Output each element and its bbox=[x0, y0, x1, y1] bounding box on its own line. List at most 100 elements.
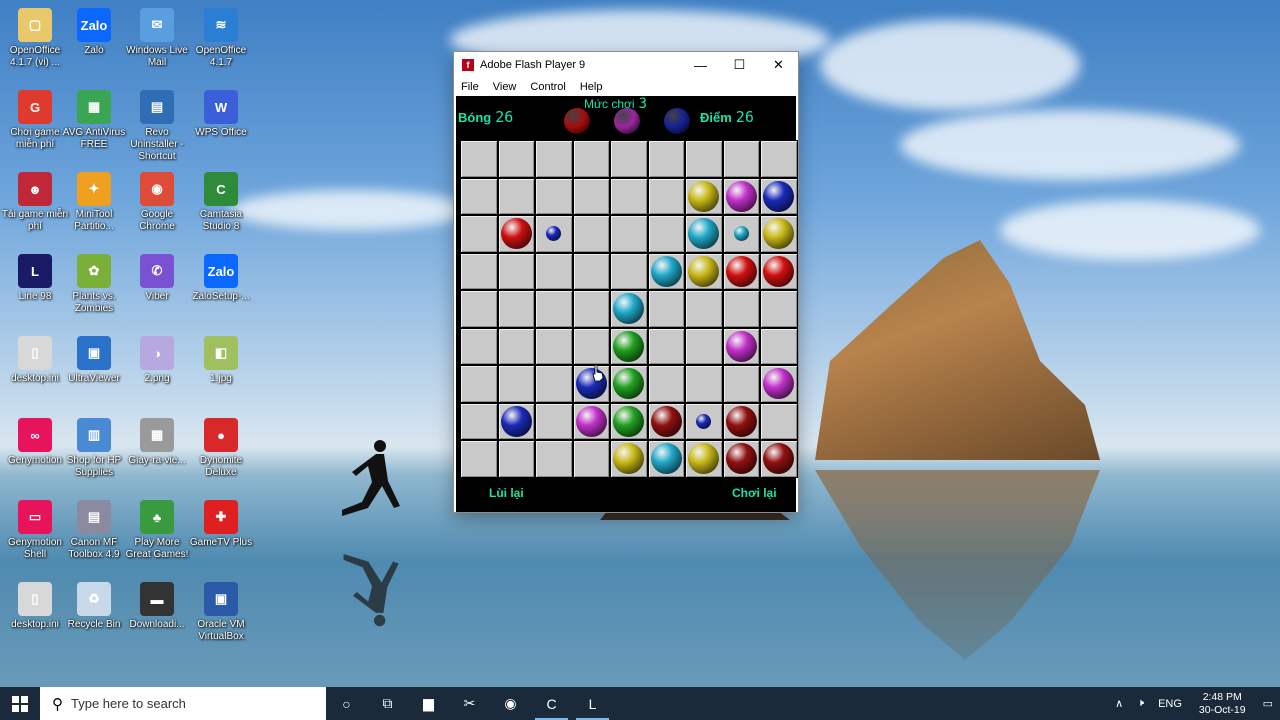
language-indicator[interactable]: ENG bbox=[1151, 698, 1189, 710]
board-cell[interactable] bbox=[760, 440, 798, 478]
board-cell[interactable] bbox=[722, 402, 760, 440]
game-board[interactable] bbox=[460, 140, 798, 478]
close-button[interactable]: ✕ bbox=[759, 52, 798, 78]
board-cell[interactable] bbox=[685, 327, 723, 365]
board-cell[interactable] bbox=[647, 215, 685, 253]
chrome-taskbar-icon[interactable]: ◉ bbox=[490, 687, 531, 720]
ball-cyan[interactable] bbox=[650, 443, 682, 475]
maximize-button[interactable]: ☐ bbox=[720, 52, 759, 78]
board-cell[interactable] bbox=[535, 290, 573, 328]
board-cell[interactable] bbox=[460, 365, 498, 403]
board-cell[interactable] bbox=[497, 440, 535, 478]
ball-darkred[interactable] bbox=[763, 443, 795, 475]
menu-help[interactable]: Help bbox=[573, 81, 610, 93]
desktop-shortcut[interactable]: W WPS Office bbox=[186, 90, 256, 139]
board-cell[interactable] bbox=[460, 290, 498, 328]
desktop-shortcut[interactable]: ≋ OpenOffice 4.1.7 bbox=[186, 8, 256, 69]
ball-yellow[interactable] bbox=[763, 218, 795, 250]
board-cell[interactable] bbox=[760, 177, 798, 215]
board-cell[interactable] bbox=[760, 327, 798, 365]
undo-button[interactable]: Lùi lại bbox=[489, 486, 524, 500]
ball-red[interactable] bbox=[763, 255, 795, 287]
board-cell[interactable] bbox=[647, 177, 685, 215]
notification-icon[interactable]: ▭ bbox=[1256, 697, 1280, 710]
board-cell[interactable] bbox=[760, 290, 798, 328]
board-cell[interactable] bbox=[647, 140, 685, 178]
board-cell[interactable] bbox=[497, 327, 535, 365]
board-cell[interactable] bbox=[722, 215, 760, 253]
desktop-shortcut[interactable]: ▤ Revo Uninstaller - Shortcut bbox=[122, 90, 192, 163]
ball-red[interactable] bbox=[725, 255, 757, 287]
board-cell[interactable] bbox=[722, 252, 760, 290]
board-cell[interactable] bbox=[572, 177, 610, 215]
ball-yellow[interactable] bbox=[613, 443, 645, 475]
replay-button[interactable]: Chơi lại bbox=[732, 486, 777, 500]
board-cell[interactable] bbox=[722, 290, 760, 328]
board-cell[interactable] bbox=[535, 252, 573, 290]
ball-cyan[interactable] bbox=[613, 293, 645, 325]
desktop-shortcut[interactable]: ◉ Google Chrome bbox=[122, 172, 192, 233]
desktop-shortcut[interactable]: ▦ Giay-ra-vie... bbox=[122, 418, 192, 467]
flash-player-window[interactable]: f Adobe Flash Player 9 — ☐ ✕ File View C… bbox=[454, 52, 798, 512]
desktop-shortcut[interactable]: ◧ 1.jpg bbox=[186, 336, 256, 385]
desktop-shortcut[interactable]: ♻ Recycle Bin bbox=[59, 582, 129, 631]
board-cell[interactable] bbox=[460, 140, 498, 178]
show-hidden-icons-icon[interactable]: ∧ bbox=[1108, 697, 1130, 710]
board-cell[interactable] bbox=[685, 402, 723, 440]
board-cell[interactable] bbox=[572, 252, 610, 290]
board-cell[interactable] bbox=[497, 252, 535, 290]
board-cell[interactable] bbox=[497, 215, 535, 253]
ball-cyan[interactable] bbox=[650, 255, 682, 287]
board-cell[interactable] bbox=[685, 290, 723, 328]
ball-magenta[interactable] bbox=[725, 180, 757, 212]
board-cell[interactable] bbox=[572, 215, 610, 253]
board-cell[interactable] bbox=[535, 177, 573, 215]
board-cell[interactable] bbox=[460, 327, 498, 365]
board-cell[interactable] bbox=[760, 402, 798, 440]
board-cell[interactable] bbox=[760, 252, 798, 290]
desktop-shortcut[interactable]: Zalo ZaloSetup-... bbox=[186, 254, 256, 303]
desktop-shortcut[interactable]: ✆ Viber bbox=[122, 254, 192, 303]
game-stage[interactable]: Mức chơi 3 Bóng 26 Điểm 26 Lùi lại Chơi lại bbox=[456, 96, 798, 512]
board-cell[interactable] bbox=[610, 215, 648, 253]
desktop-shortcut[interactable]: ✦ MiniTool Partitio... bbox=[59, 172, 129, 233]
board-cell[interactable] bbox=[535, 440, 573, 478]
ball-green[interactable] bbox=[613, 405, 645, 437]
board-cell[interactable] bbox=[722, 177, 760, 215]
board-cell[interactable] bbox=[647, 290, 685, 328]
board-cell[interactable] bbox=[497, 177, 535, 215]
board-cell[interactable] bbox=[460, 177, 498, 215]
board-cell[interactable] bbox=[685, 440, 723, 478]
board-cell[interactable] bbox=[610, 365, 648, 403]
board-cell[interactable] bbox=[685, 177, 723, 215]
board-cell[interactable] bbox=[647, 402, 685, 440]
board-cell[interactable] bbox=[760, 215, 798, 253]
board-cell[interactable] bbox=[610, 177, 648, 215]
board-cell[interactable] bbox=[610, 252, 648, 290]
ball-cyan[interactable] bbox=[688, 218, 720, 250]
volume-icon[interactable]: 🕨 bbox=[1130, 697, 1151, 710]
board-cell[interactable] bbox=[572, 402, 610, 440]
ball-magenta[interactable] bbox=[763, 368, 795, 400]
board-cell[interactable] bbox=[497, 402, 535, 440]
board-cell[interactable] bbox=[460, 252, 498, 290]
desktop-shortcut[interactable]: C Camtasia Studio 8 bbox=[186, 172, 256, 233]
ball-blue[interactable] bbox=[763, 180, 795, 212]
ball-green[interactable] bbox=[613, 368, 645, 400]
board-cell[interactable] bbox=[497, 290, 535, 328]
board-cell[interactable] bbox=[685, 215, 723, 253]
ball-yellow[interactable] bbox=[688, 443, 720, 475]
menu-control[interactable]: Control bbox=[523, 81, 572, 93]
board-cell[interactable] bbox=[647, 252, 685, 290]
board-cell[interactable] bbox=[722, 365, 760, 403]
board-cell[interactable] bbox=[610, 290, 648, 328]
board-cell[interactable] bbox=[497, 365, 535, 403]
board-cell[interactable] bbox=[535, 140, 573, 178]
board-cell[interactable] bbox=[535, 215, 573, 253]
board-cell[interactable] bbox=[460, 215, 498, 253]
search-box[interactable]: ⚲ Type here to search bbox=[40, 687, 326, 720]
board-cell[interactable] bbox=[722, 140, 760, 178]
board-cell[interactable] bbox=[610, 140, 648, 178]
desktop-shortcut[interactable]: ▣ Oracle VM VirtualBox bbox=[186, 582, 256, 643]
minimize-button[interactable]: — bbox=[681, 52, 720, 78]
